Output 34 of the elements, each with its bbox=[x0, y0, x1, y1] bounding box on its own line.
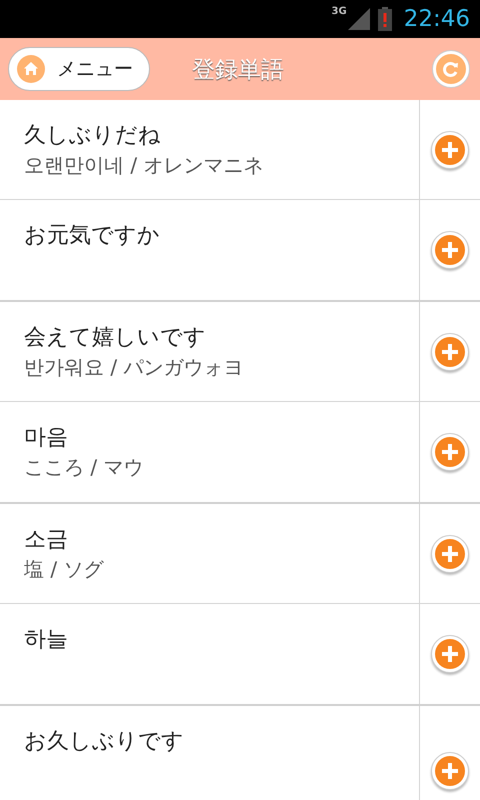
add-button[interactable] bbox=[431, 752, 469, 790]
plus-icon bbox=[435, 235, 465, 265]
reading-text: こころ / マウ bbox=[24, 454, 144, 481]
add-button[interactable] bbox=[431, 130, 469, 168]
plus-icon bbox=[435, 639, 465, 669]
word-text: お元気ですか bbox=[24, 222, 161, 250]
word-text: 소금 bbox=[24, 526, 69, 554]
word-text: 久しぶりだね bbox=[24, 122, 162, 150]
screen-title: 登録単語 bbox=[191, 56, 285, 84]
battery-alert-icon bbox=[378, 7, 392, 31]
add-button[interactable] bbox=[431, 433, 469, 471]
word-text: お久しぶりです bbox=[24, 728, 185, 756]
plus-icon bbox=[435, 538, 465, 568]
plus-icon bbox=[435, 756, 465, 786]
add-button[interactable] bbox=[431, 635, 469, 673]
add-button[interactable] bbox=[431, 231, 469, 269]
word-text: 마음 bbox=[24, 424, 69, 452]
add-button[interactable] bbox=[431, 332, 469, 370]
home-icon bbox=[17, 55, 45, 83]
word-text: 会えて嬉しいです bbox=[24, 324, 207, 352]
menu-button[interactable]: メニュー bbox=[8, 47, 150, 91]
plus-icon bbox=[435, 134, 465, 164]
network-type: 3G bbox=[332, 6, 347, 17]
refresh-icon bbox=[436, 54, 466, 84]
plus-icon bbox=[435, 336, 465, 366]
plus-icon bbox=[435, 437, 465, 467]
reading-text: 반가워요 / パンガウォヨ bbox=[24, 354, 244, 381]
signal-icon bbox=[348, 8, 370, 30]
refresh-button[interactable] bbox=[432, 50, 470, 88]
reading-text: 오랜만이네 / オレンマニネ bbox=[24, 152, 264, 179]
clock: 22:46 bbox=[404, 6, 470, 32]
reading-text: 塩 / ソグ bbox=[24, 556, 105, 583]
word-text: 하늘 bbox=[24, 626, 69, 654]
add-button[interactable] bbox=[431, 534, 469, 572]
